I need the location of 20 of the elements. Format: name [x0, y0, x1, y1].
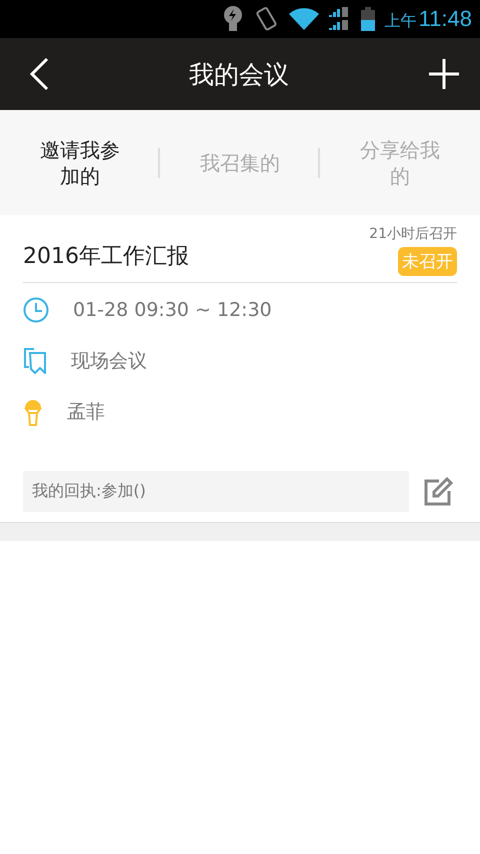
status-badge: 未召开 — [398, 247, 457, 276]
tab[interactable]: 邀请我参加的 — [36, 136, 124, 188]
meeting-title: 2016年工作汇报 — [23, 242, 189, 270]
reply-field[interactable]: 我的回执:参加() — [23, 471, 409, 512]
detail-text: 孟菲 — [67, 400, 105, 424]
clock-icon — [23, 296, 49, 322]
detail-text: 现场会议 — [71, 348, 147, 374]
battery-icon — [360, 7, 375, 31]
wifi-icon — [288, 8, 319, 30]
page-title: 我的会议 — [189, 58, 289, 90]
detail-text: 01-28 09:30 ~ 12:30 — [73, 298, 272, 320]
status-time: 上午 11:48 — [384, 6, 472, 32]
countdown-text: 21小时后召开 — [369, 225, 457, 243]
signal-icon — [328, 6, 351, 32]
meeting-card[interactable]: 2016年工作汇报 21小时后召开 未召开 01-28 09:30 ~ 12:30 现场会议 孟菲 我的回执:参加() — [0, 215, 480, 523]
bookmark-icon — [23, 347, 47, 374]
tab[interactable]: 分享给我的 — [356, 136, 444, 188]
bulb-icon — [222, 6, 243, 32]
tab[interactable]: 我召集的 — [196, 150, 284, 176]
microphone-icon — [23, 398, 43, 426]
